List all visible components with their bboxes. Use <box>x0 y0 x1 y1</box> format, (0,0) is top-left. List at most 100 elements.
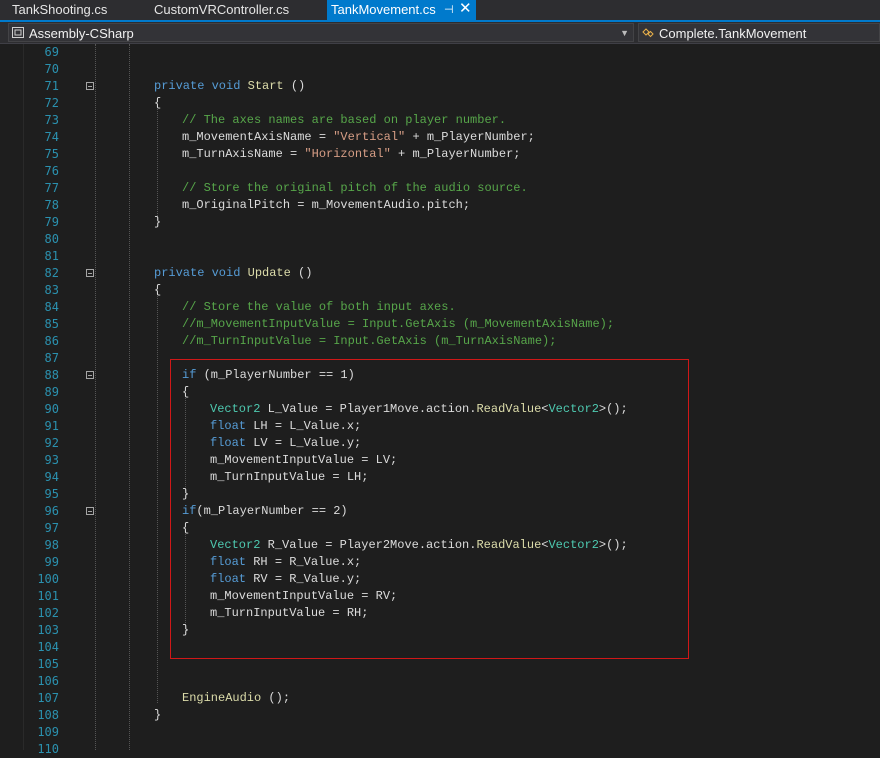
line-number: 107 <box>37 691 59 705</box>
code-line[interactable]: 106 <box>0 673 880 690</box>
line-number: 70 <box>44 62 59 76</box>
tab-label: CustomVRController.cs <box>154 2 290 17</box>
line-number: 105 <box>37 657 59 671</box>
line-number: 83 <box>44 283 59 297</box>
code-line[interactable]: 76 <box>0 163 880 180</box>
chevron-down-icon: ▼ <box>620 28 629 38</box>
line-number: 88 <box>44 368 59 382</box>
code-line[interactable]: 70 <box>0 61 880 78</box>
code-line[interactable]: 81 <box>0 248 880 265</box>
csharp-project-icon <box>12 27 24 38</box>
line-number: 104 <box>37 640 59 654</box>
code-token: // The axes names are based on player nu… <box>182 113 507 127</box>
collapse-icon[interactable] <box>86 269 94 277</box>
code-line[interactable]: 74 m_MovementAxisName = "Vertical" + m_Pl… <box>0 129 880 146</box>
line-number: 101 <box>37 589 59 603</box>
code-token: void <box>211 266 248 280</box>
navigation-bar: Assembly-CSharp ▼ Complete.TankMovement <box>0 22 880 44</box>
line-number: 75 <box>44 147 59 161</box>
code-text: EngineAudio (); <box>182 690 290 707</box>
code-line[interactable]: 108} <box>0 707 880 724</box>
code-editor[interactable]: 69 70 71 private void Start () 72 {73 // The a… <box>0 44 880 756</box>
line-number: 85 <box>44 317 59 331</box>
member-dropdown[interactable]: Complete.TankMovement <box>638 23 880 42</box>
tab-customvrcontroller[interactable]: CustomVRController.cs <box>142 0 322 20</box>
code-token: m_OriginalPitch = m_MovementAudio.pitch; <box>182 198 471 212</box>
code-line[interactable]: 78 m_OriginalPitch = m_MovementAudio.pitc… <box>0 197 880 214</box>
code-line[interactable]: 107 EngineAudio (); <box>0 690 880 707</box>
line-number: 95 <box>44 487 59 501</box>
line-number: 74 <box>44 130 59 144</box>
line-number: 77 <box>44 181 59 195</box>
code-token: "Horizontal" <box>304 147 391 161</box>
code-token: m_TurnAxisName = <box>182 147 305 161</box>
code-text: //m_MovementInputValue = Input.GetAxis (… <box>182 316 614 333</box>
document-tab-strip: TankShooting.cs CustomVRController.cs Ta… <box>0 0 880 22</box>
code-line[interactable]: 73 // The axes names are based on player … <box>0 112 880 129</box>
code-text: private void Start () <box>154 78 305 95</box>
code-token: // Store the original pitch of the audio… <box>182 181 528 195</box>
code-token: } <box>154 215 162 229</box>
project-dropdown[interactable]: Assembly-CSharp ▼ <box>8 23 634 42</box>
close-icon[interactable]: ✕ <box>459 0 472 19</box>
line-number: 76 <box>44 164 59 178</box>
code-line[interactable]: 72 { <box>0 95 880 112</box>
code-token: { <box>154 96 162 110</box>
line-number: 71 <box>44 79 59 93</box>
code-line[interactable]: 84 // Store the value of both input axes. <box>0 299 880 316</box>
code-token: { <box>154 283 162 297</box>
tab-tankmovement[interactable]: TankMovement.cs ⊣ ✕ <box>327 0 476 20</box>
code-token: private <box>154 79 212 93</box>
code-line[interactable]: 83 { <box>0 282 880 299</box>
line-number: 73 <box>44 113 59 127</box>
line-number: 100 <box>37 572 59 586</box>
line-number: 91 <box>44 419 59 433</box>
collapse-icon[interactable] <box>86 371 94 379</box>
code-token: void <box>211 79 248 93</box>
line-number: 69 <box>44 45 59 59</box>
line-number: 72 <box>44 96 59 110</box>
code-line[interactable]: 85 //m_MovementInputValue = Input.GetAxis… <box>0 316 880 333</box>
code-text: // Store the original pitch of the audio… <box>182 180 528 197</box>
code-token: Start <box>247 79 284 93</box>
collapse-icon[interactable] <box>86 507 94 515</box>
code-line[interactable]: 109 <box>0 724 880 741</box>
line-number: 84 <box>44 300 59 314</box>
line-number: 102 <box>37 606 59 620</box>
tab-label: TankMovement.cs <box>331 2 436 17</box>
line-number: 98 <box>44 538 59 552</box>
code-text: { <box>154 95 161 112</box>
line-number: 89 <box>44 385 59 399</box>
line-number: 79 <box>44 215 59 229</box>
collapse-icon[interactable] <box>86 82 94 90</box>
tab-label: TankShooting.cs <box>12 2 108 17</box>
code-line[interactable]: 71 private void Start () <box>0 78 880 95</box>
code-token: //m_MovementInputValue = Input.GetAxis (… <box>182 317 615 331</box>
line-number: 81 <box>44 249 59 263</box>
code-token: + m_PlayerNumber; <box>390 147 521 161</box>
code-line[interactable]: 79} <box>0 214 880 231</box>
code-text: // Store the value of both input axes. <box>182 299 456 316</box>
line-number: 94 <box>44 470 59 484</box>
code-line[interactable]: 82 private void Update () <box>0 265 880 282</box>
line-number: 78 <box>44 198 59 212</box>
line-number: 108 <box>37 708 59 722</box>
code-text: m_MovementAxisName = "Vertical" + m_Play… <box>182 129 535 146</box>
line-number: 86 <box>44 334 59 348</box>
code-token: Update <box>247 266 291 280</box>
code-line[interactable]: 77 // Store the original pitch of the aud… <box>0 180 880 197</box>
code-line[interactable]: 75 m_TurnAxisName = "Horizontal" + m_Play… <box>0 146 880 163</box>
code-token: () <box>290 266 313 280</box>
code-line[interactable]: 69 <box>0 44 880 61</box>
code-text: { <box>154 282 161 299</box>
code-line[interactable]: 80 <box>0 231 880 248</box>
code-token: //m_TurnInputValue = Input.GetAxis (m_Tu… <box>182 334 557 348</box>
line-number: 90 <box>44 402 59 416</box>
line-number: 80 <box>44 232 59 246</box>
tab-tankshooting[interactable]: TankShooting.cs <box>0 0 128 20</box>
pin-icon[interactable]: ⊣ <box>444 0 454 20</box>
project-name: Assembly-CSharp <box>29 26 134 41</box>
code-token: () <box>283 79 306 93</box>
code-line[interactable]: 86 //m_TurnInputValue = Input.GetAxis (m_… <box>0 333 880 350</box>
code-text: m_OriginalPitch = m_MovementAudio.pitch; <box>182 197 470 214</box>
